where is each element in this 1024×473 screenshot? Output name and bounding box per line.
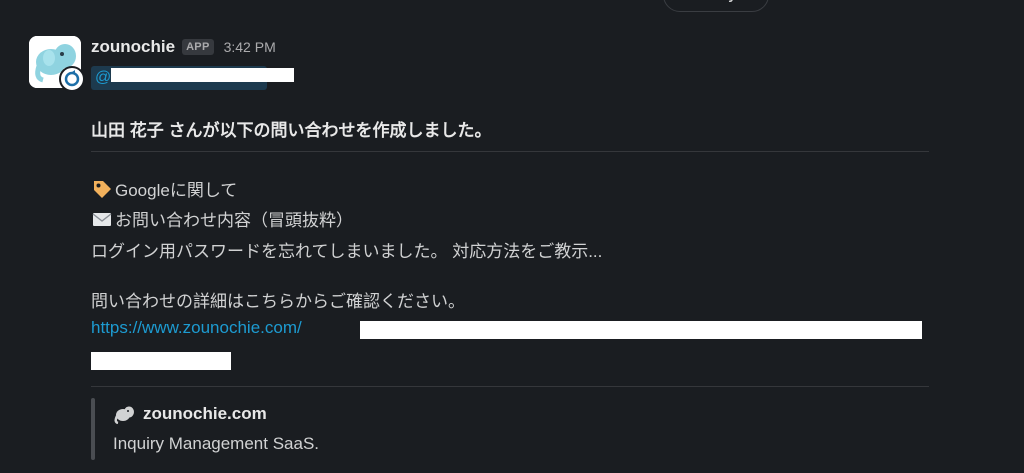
content-excerpt: ログイン用パスワードを忘れてしまいました。 対応方法をご教示...: [91, 242, 603, 261]
inquiry-link[interactable]: https://www.zounochie.com/: [91, 318, 302, 338]
unfurl-site[interactable]: zounochie.com: [113, 404, 267, 424]
unfurl-site-name: zounochie.com: [143, 404, 267, 423]
sender-name[interactable]: zounochie: [91, 37, 175, 57]
site-logo-icon: [114, 406, 134, 424]
unfurl-divider: [91, 386, 929, 387]
message-header: zounochie APP 3:42 PM: [91, 36, 276, 58]
content-heading-text: お問い合わせ内容（冒頭抜粋）: [115, 211, 353, 230]
app-badge: APP: [182, 39, 214, 55]
label-tag-icon: [91, 178, 113, 200]
message-title: 山田 花子 さんが以下の問い合わせを作成しました。: [91, 121, 492, 140]
section-divider: [91, 151, 929, 152]
link-redaction-2: [91, 352, 231, 370]
link-redaction-1: [360, 321, 922, 339]
category-text: Googleに関して: [115, 181, 238, 200]
avatar-status-icon: [59, 66, 85, 92]
unfurl-bar: [91, 398, 95, 460]
date-divider[interactable]: Today: [663, 0, 769, 12]
envelope-icon: [91, 208, 113, 230]
details-text: 問い合わせの詳細はこちらからご確認ください。: [91, 292, 465, 311]
slack-message-view: Today zounochie APP 3:42 PM @ 山田 花子 さんが以…: [0, 0, 1024, 473]
content-heading-line: お問い合わせ内容（冒頭抜粋）: [91, 206, 353, 231]
category-line: Googleに関して: [91, 176, 237, 201]
mention-redaction: [111, 68, 294, 82]
message-timestamp[interactable]: 3:42 PM: [224, 39, 276, 55]
unfurl-description: Inquiry Management SaaS.: [113, 434, 320, 453]
